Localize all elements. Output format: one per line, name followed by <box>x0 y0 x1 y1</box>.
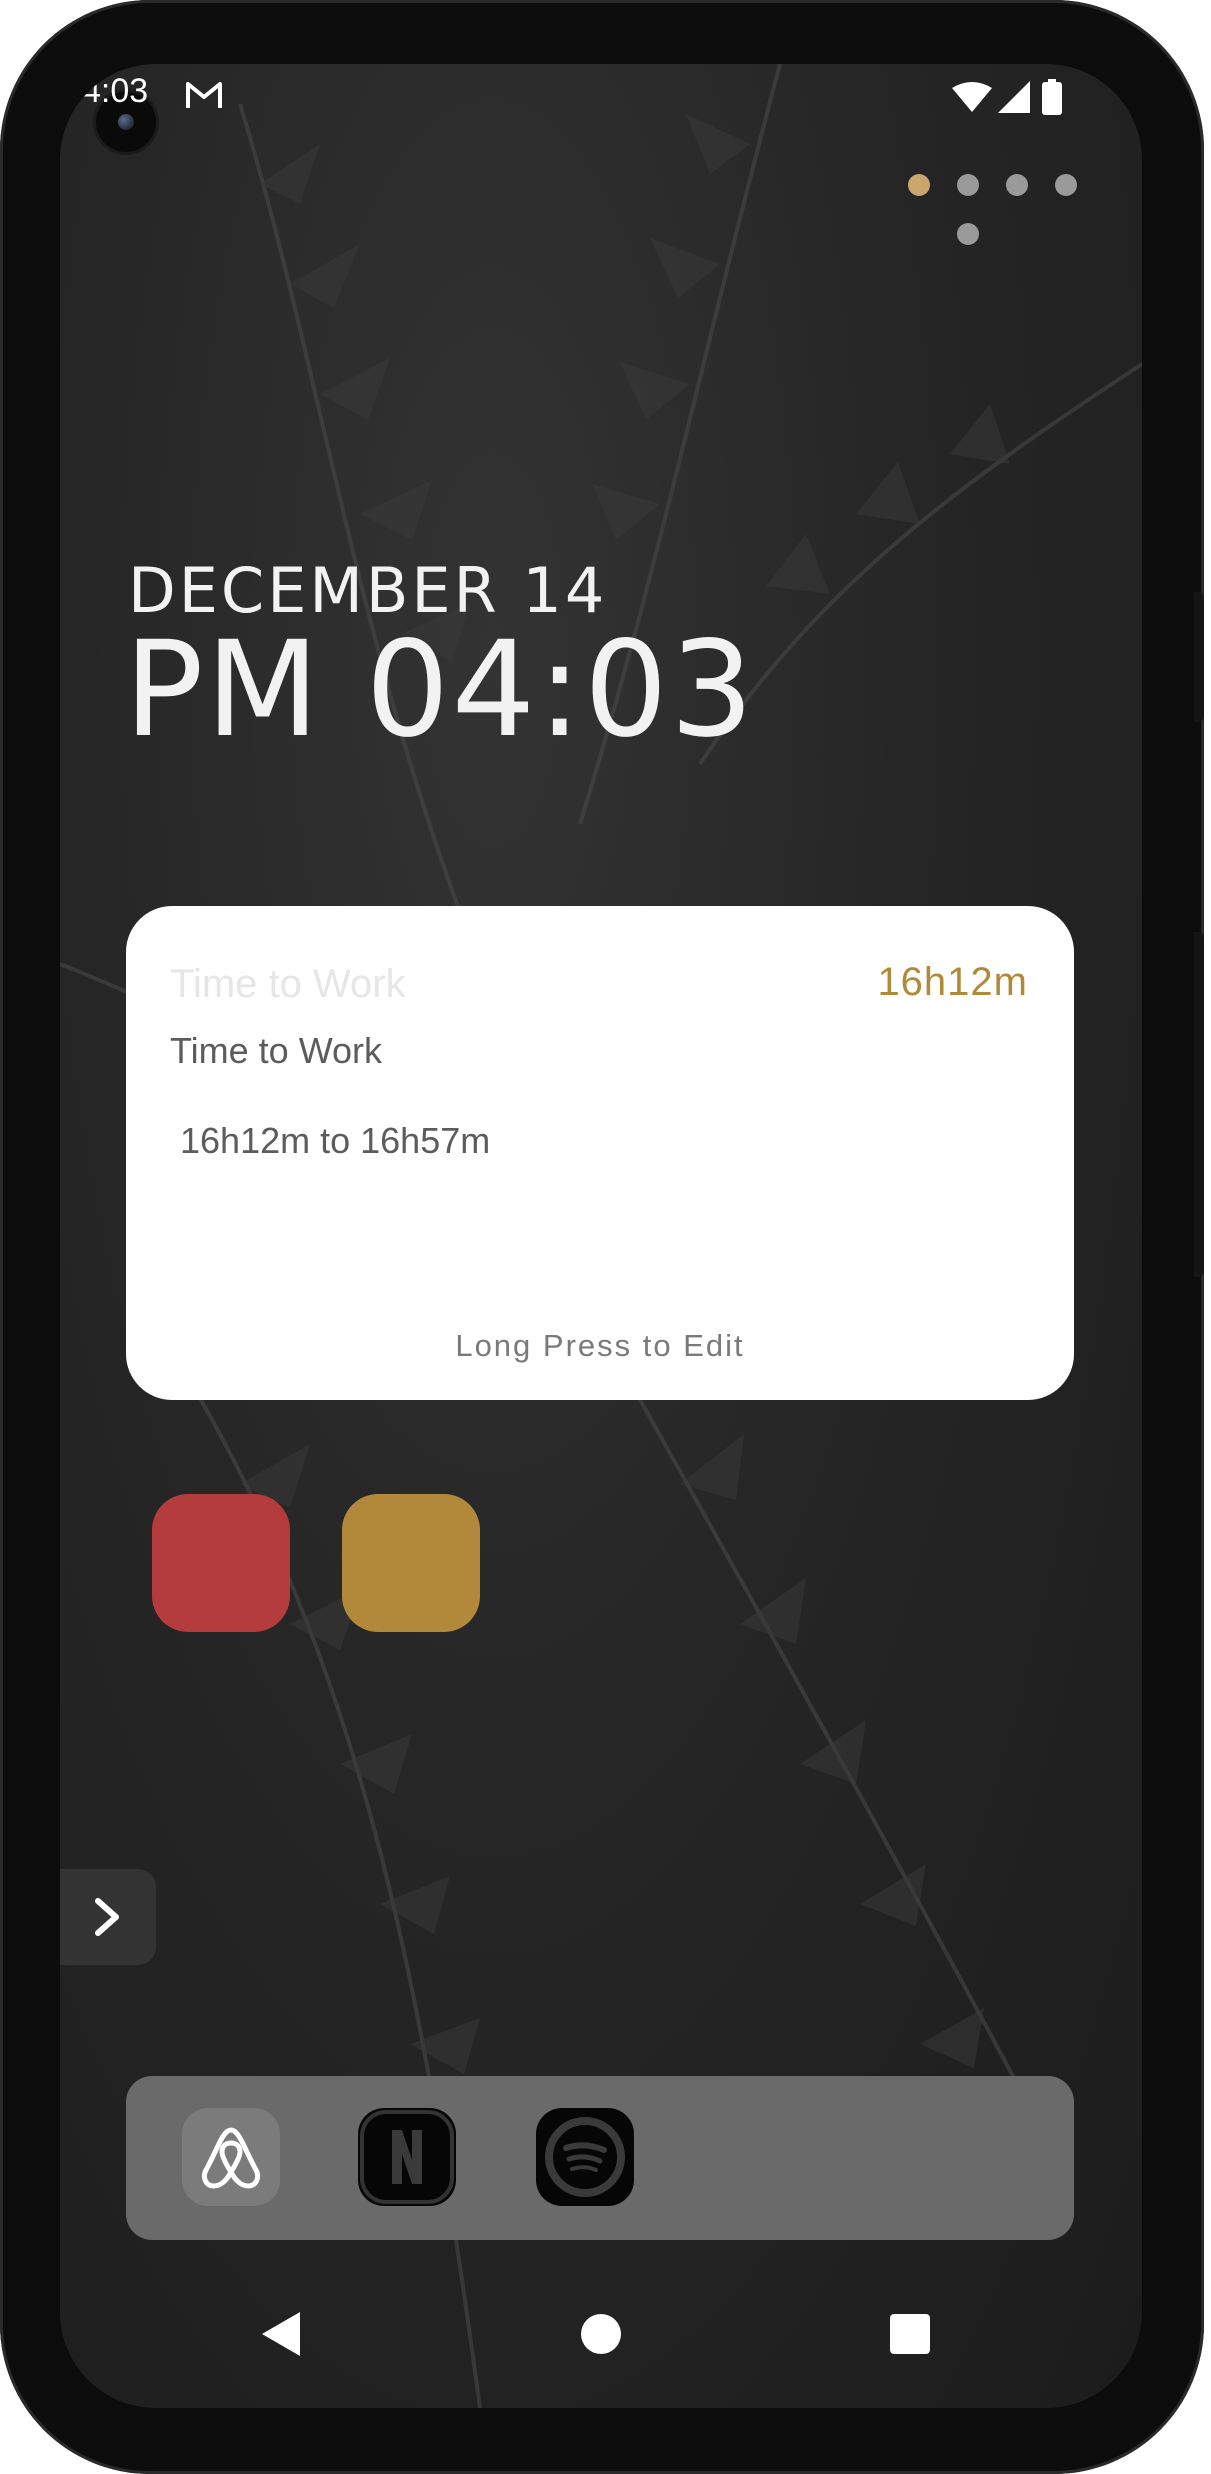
widget-edit-hint: Long Press to Edit <box>455 1328 745 1363</box>
wifi-icon <box>952 82 992 112</box>
page-dot[interactable] <box>957 223 979 245</box>
gmail-icon <box>186 82 222 108</box>
home-icon[interactable] <box>581 2314 621 2354</box>
recents-icon[interactable] <box>890 2314 930 2354</box>
red-shortcut[interactable] <box>152 1494 290 1632</box>
page-dot[interactable] <box>1055 174 1077 196</box>
netflix-icon <box>360 2110 454 2204</box>
power-button <box>1194 932 1204 1277</box>
widget-title: Time to Work <box>170 1030 383 1071</box>
back-icon[interactable] <box>260 2310 304 2358</box>
spotify-app[interactable] <box>536 2108 634 2206</box>
page-dot[interactable] <box>1006 174 1028 196</box>
status-time: 4:03 <box>82 72 149 110</box>
widget-ghost-title: Time to Work <box>170 962 406 1006</box>
airbnb-icon <box>201 2127 261 2189</box>
app-dock <box>126 2076 1074 2240</box>
navigation-bar <box>60 2310 1142 2408</box>
signal-icon <box>998 81 1030 113</box>
widget-duration: 16h12m <box>877 960 1028 1004</box>
spotify-icon <box>545 2117 625 2197</box>
gold-shortcut[interactable] <box>342 1494 480 1632</box>
battery-icon <box>1042 79 1062 115</box>
airbnb-app[interactable] <box>182 2108 280 2206</box>
page-dot-active[interactable] <box>908 174 930 196</box>
app-drawer-tab[interactable] <box>60 1869 156 1965</box>
netflix-app[interactable] <box>358 2108 456 2206</box>
phone-frame: 4:03 DECEMBER 14 PM 04:03 Time to Work 1… <box>0 0 1204 2474</box>
page-indicator <box>908 174 1078 245</box>
page-dot[interactable] <box>957 174 979 196</box>
widget-time-range: 16h12m to 16h57m <box>180 1120 491 1161</box>
status-bar: 4:03 <box>60 64 1142 128</box>
time-to-work-widget[interactable]: Time to Work 16h12m Time to Work 16h12m … <box>126 906 1074 1400</box>
chevron-right-icon <box>95 1898 119 1936</box>
home-clock[interactable]: PM 04:03 <box>124 624 756 756</box>
home-screen: 4:03 DECEMBER 14 PM 04:03 Time to Work 1… <box>60 64 1142 2408</box>
volume-button <box>1194 592 1204 722</box>
